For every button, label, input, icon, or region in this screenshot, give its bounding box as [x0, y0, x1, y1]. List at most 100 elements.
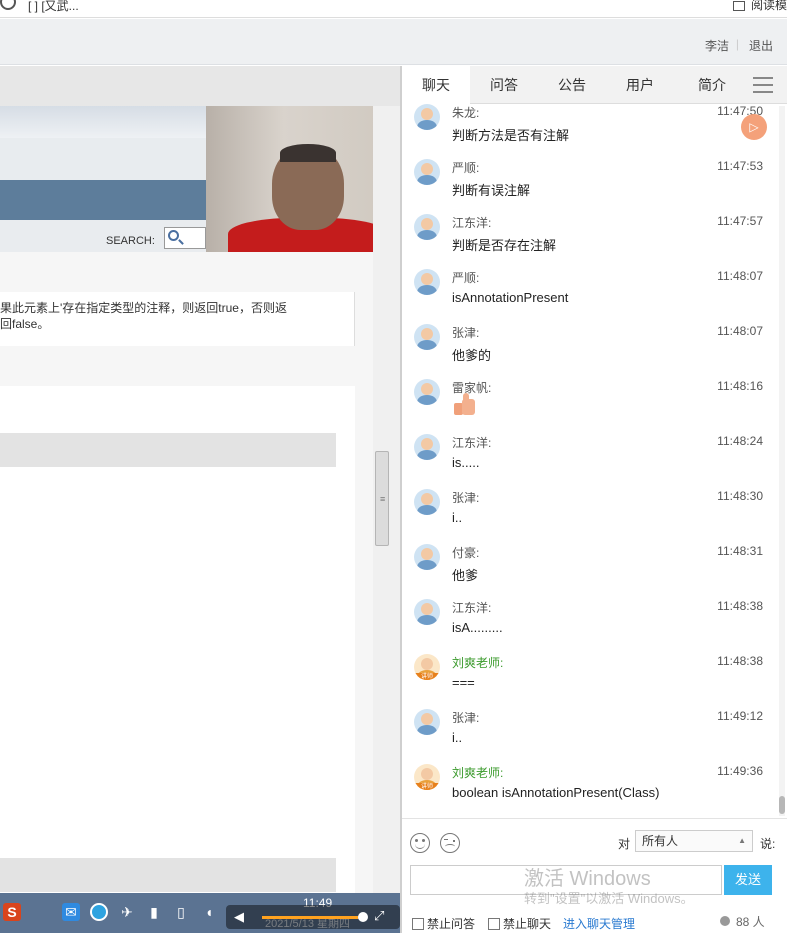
avatar[interactable]: 讲师 [414, 654, 440, 680]
avatar[interactable] [414, 104, 440, 130]
activate-windows-subtitle: 转到"设置"以激活 Windows。 [524, 891, 694, 906]
message-sender[interactable]: 江东洋: [452, 599, 491, 616]
avatar[interactable] [414, 324, 440, 350]
teacher-video[interactable] [206, 106, 400, 252]
search-input[interactable] [164, 227, 206, 249]
message-sender[interactable]: 江东洋: [452, 214, 491, 231]
scrollbar-grip: ≡ [380, 494, 386, 504]
message-text: 他爹 [452, 568, 479, 583]
logout-link[interactable]: 退出 [749, 37, 773, 54]
document-body: 果此元素上'存在指定类型的注释，则返回true，否则返 回false。 [0, 292, 355, 346]
avatar-body [417, 285, 437, 295]
message-sender[interactable]: 严顺: [452, 269, 479, 286]
tab-announcement[interactable]: 公告 [538, 66, 606, 104]
document-header: SEARCH: [0, 106, 206, 252]
chat-manage-link[interactable]: 进入聊天管理 [563, 915, 635, 932]
message-sender[interactable]: 严顺: [452, 159, 479, 176]
avatar-body [417, 505, 437, 515]
menu-icon[interactable] [753, 77, 773, 93]
message-time: 11:48:38 [717, 654, 763, 668]
scrollbar-thumb[interactable]: ≡ [375, 451, 389, 546]
message-time: 11:48:24 [717, 434, 763, 448]
chat-message-list[interactable]: 朱龙: 11:47:50 判断方法是否有注解 严顺: 11:47:53 判断有误注解 江东洋… [402, 104, 787, 816]
recipient-value: 所有人 [642, 834, 679, 848]
avatar[interactable]: 讲师 [414, 764, 440, 790]
avatar[interactable] [414, 269, 440, 295]
panel-bar [0, 858, 336, 892]
message-sender[interactable]: 付豪: [452, 544, 479, 561]
user-name[interactable]: 李洁 [705, 37, 729, 54]
avatar-face [421, 493, 433, 505]
avatar[interactable] [414, 214, 440, 240]
avatar-face [421, 438, 433, 450]
play-icon[interactable]: ▷ [741, 114, 767, 140]
message-time: 11:49:12 [717, 709, 763, 723]
search-icon [168, 230, 179, 241]
message-text: i.. [452, 730, 463, 745]
chat-message: 江东洋: 11:48:24 is..... [402, 434, 777, 489]
avatar-body [417, 725, 437, 735]
message-text: 他爹的 [452, 348, 492, 363]
disable-qa-checkbox[interactable]: 禁止问答 [412, 915, 475, 932]
avatar[interactable] [414, 379, 440, 405]
online-user-count: 88 人 [720, 913, 765, 930]
network-icon[interactable]: ✈ [118, 903, 136, 921]
tab-chat[interactable]: 聊天 [402, 66, 470, 104]
message-time: 11:48:31 [717, 544, 763, 558]
signal-icon[interactable]: ▮ [145, 903, 163, 921]
message-sender[interactable]: 江东洋: [452, 434, 491, 451]
avatar-face [421, 383, 433, 395]
avatar-face [421, 218, 433, 230]
volume-fill [262, 916, 358, 919]
volume-slider[interactable] [262, 916, 362, 919]
reader-mode-button[interactable]: 阅读模 [732, 0, 787, 13]
chat-message: 江东洋: 11:47:57 判断是否存在注解 [402, 214, 777, 269]
browser-tab-title[interactable]: [ ] [又武... [28, 0, 79, 14]
message-sender[interactable]: 刘爽老师: [452, 654, 503, 671]
chat-message: 雷家帆: 11:48:16 [402, 379, 777, 434]
chat-message: 江东洋: 11:48:38 isA......... [402, 599, 777, 654]
mail-icon[interactable]: ✉ [62, 903, 80, 921]
app-circle-icon[interactable] [90, 903, 108, 921]
message-sender[interactable]: 张津: [452, 489, 479, 506]
reader-icon [732, 0, 745, 11]
say-label: 说: [760, 837, 776, 851]
sogou-icon[interactable]: S [3, 903, 21, 921]
speaker-icon[interactable]: ◀ [234, 909, 250, 925]
chat-input-area: 对 所有人 ▲ 说: 发送 激活 Windows 转到"设置"以激活 Window… [402, 818, 787, 933]
smiley-icon[interactable] [410, 833, 430, 853]
avatar[interactable] [414, 544, 440, 570]
avatar[interactable] [414, 434, 440, 460]
avatar[interactable] [414, 489, 440, 515]
reader-mode-label: 阅读模 [750, 0, 787, 12]
message-sender[interactable]: 张津: [452, 709, 479, 726]
video-player-controls: ◀ ⤢ [226, 905, 400, 929]
message-sender[interactable]: 刘爽老师: [452, 764, 503, 781]
avatar[interactable] [414, 159, 440, 185]
disable-chat-label: 禁止聊天 [503, 917, 552, 931]
shared-screen-area: SEARCH: 果此元素上'存在指定类型的注释，则返回true，否则返 回fals… [0, 66, 400, 900]
volume-slider-knob[interactable] [358, 912, 368, 922]
message-sender[interactable]: 朱龙: [452, 104, 479, 121]
avatar[interactable] [414, 709, 440, 735]
tab-intro[interactable]: 简介 [678, 66, 746, 104]
emoji-icon[interactable] [440, 833, 460, 853]
avatar-face [421, 328, 433, 340]
avatar[interactable] [414, 599, 440, 625]
usb-icon[interactable]: ▯ [172, 903, 190, 921]
document-scrollbar[interactable]: ≡ [373, 106, 400, 900]
avatar-face [421, 108, 433, 120]
volume-icon[interactable]: ◖ [200, 903, 218, 921]
header-band [0, 106, 206, 138]
message-sender[interactable]: 张津: [452, 324, 479, 341]
browser-tab-icon[interactable] [0, 0, 16, 10]
tab-users[interactable]: 用户 [606, 66, 674, 104]
recipient-select[interactable]: 所有人 ▲ [635, 830, 753, 852]
tab-qa[interactable]: 问答 [470, 66, 538, 104]
send-button[interactable]: 发送 [724, 865, 772, 895]
fullscreen-icon[interactable]: ⤢ [374, 908, 390, 924]
disable-chat-checkbox[interactable]: 禁止聊天 [488, 915, 551, 932]
avatar-face [421, 163, 433, 175]
chat-scrollbar-thumb[interactable] [779, 796, 785, 814]
chat-scrollbar[interactable] [779, 106, 785, 816]
